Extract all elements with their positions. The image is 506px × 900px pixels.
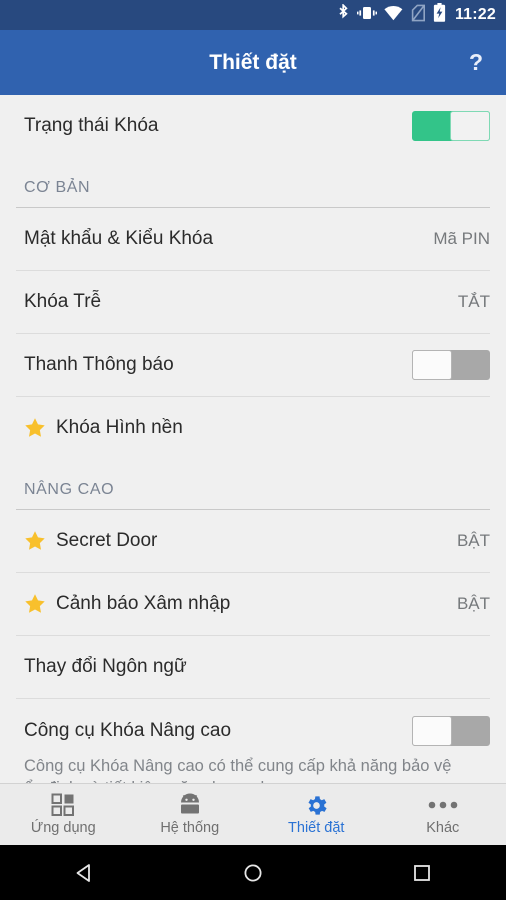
row-intrusion-alert[interactable]: Cảnh báo Xâm nhập BẬT [0,573,506,635]
home-icon[interactable] [208,845,298,900]
apps-grid-icon [51,793,75,817]
tab-apps[interactable]: Ứng dụng [0,784,127,845]
status-bar: 11:22 [0,0,506,30]
row-lock-status[interactable]: Trạng thái Khóa [0,95,506,157]
recents-icon[interactable] [377,845,467,900]
row-label: Trạng thái Khóa [24,115,159,136]
status-time: 11:22 [454,6,496,23]
row-value: BẬT [456,531,490,550]
android-robot-icon [177,793,203,817]
row-value: BẬT [456,594,490,613]
notification-bar-toggle[interactable] [412,350,490,380]
bluetooth-icon [337,2,350,27]
tab-label: Hệ thống [160,820,220,836]
row-label: Cảnh báo Xâm nhập [56,593,231,614]
gear-icon [304,793,329,817]
app-bar: Thiết đặt ? [0,30,506,95]
wifi-warning-icon [384,4,404,27]
android-nav-bar [0,845,506,900]
row-label: Mật khẩu & Kiểu Khóa [24,228,214,249]
row-label: Thanh Thông báo [24,354,174,375]
row-label: Thay đổi Ngôn ngữ [24,656,187,677]
back-icon[interactable] [39,845,129,900]
row-value: TẮT [457,292,490,311]
row-change-language[interactable]: Thay đổi Ngôn ngữ [0,636,506,698]
tab-label: Ứng dụng [30,820,96,836]
settings-list[interactable]: Trạng thái Khóa CƠ BẢN Mật khẩu & Kiểu K… [0,95,506,845]
toggle-knob [412,350,452,380]
toggle-knob [412,716,452,746]
row-lock-delay[interactable]: Khóa Trễ TẮT [0,271,506,333]
tab-more[interactable]: Khác [380,784,506,845]
lock-status-toggle[interactable] [412,111,490,141]
tab-label: Thiết đặt [288,820,345,836]
row-main: Công cụ Khóa Nâng cao [24,709,490,753]
tab-system[interactable]: Hệ thống [127,784,254,845]
row-lock-wallpaper[interactable]: Khóa Hình nền [0,397,506,459]
row-label: Secret Door [56,530,158,551]
row-label: Công cụ Khóa Nâng cao [24,720,232,741]
star-icon [24,593,46,615]
help-button[interactable]: ? [446,30,506,95]
row-label: Khóa Hình nền [56,417,183,438]
star-icon [24,417,46,439]
row-label: Khóa Trễ [24,291,102,312]
row-secret-door[interactable]: Secret Door BẬT [0,510,506,572]
tab-settings[interactable]: Thiết đặt [253,784,380,845]
advanced-lock-tool-toggle[interactable] [412,716,490,746]
tab-label: Khác [426,820,460,836]
no-sim-icon [411,4,426,27]
row-value: Mã PIN [433,229,490,248]
battery-charging-icon [433,3,446,27]
more-dots-icon [428,793,458,817]
row-notification-bar[interactable]: Thanh Thông báo [0,334,506,396]
page-title: Thiết đặt [209,50,297,74]
toggle-knob [450,111,490,141]
bottom-tab-bar: Ứng dụng Hệ thống Thiết đặt Khác [0,783,506,845]
row-password-and-lock-type[interactable]: Mật khẩu & Kiểu Khóa Mã PIN [0,208,506,270]
star-icon [24,530,46,552]
phone-screen: 11:22 Thiết đặt ? Trạng thái Khóa CƠ BẢN… [0,0,506,900]
section-header-basic: CƠ BẢN [24,179,91,196]
vibrate-icon [356,4,377,27]
section-header-advanced: NÂNG CAO [24,481,115,498]
